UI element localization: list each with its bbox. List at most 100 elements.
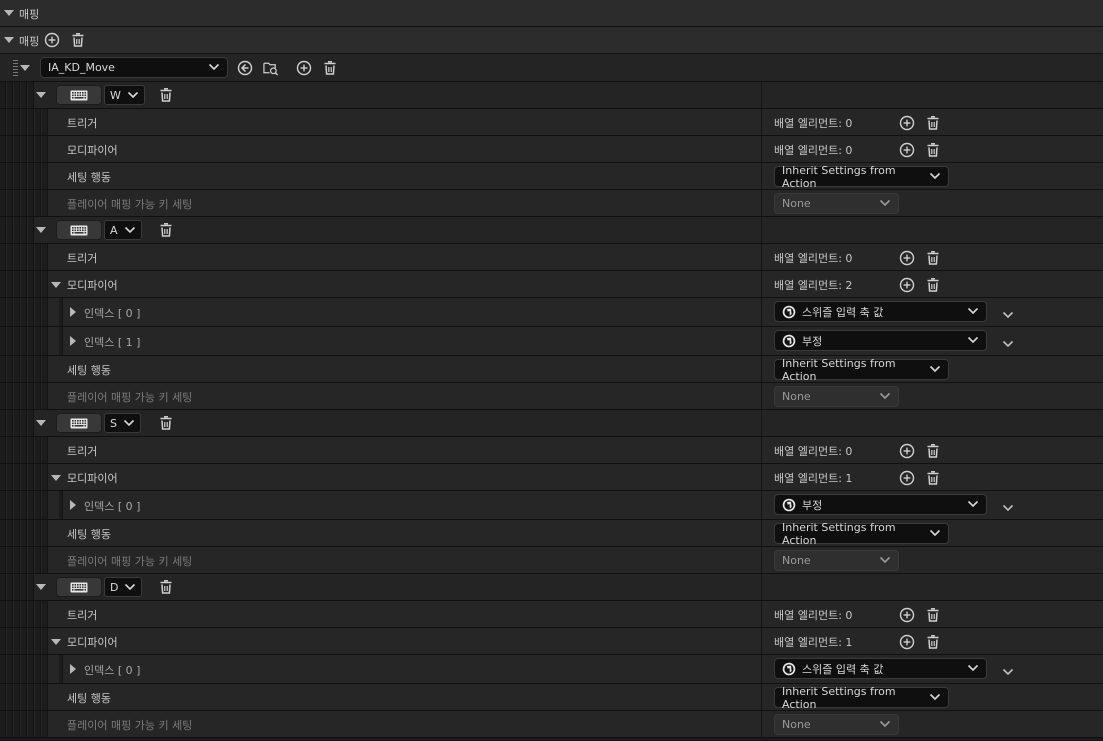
column-divider <box>761 271 762 297</box>
modifier-entry-row: 인덱스 [ 0 ] 부정 <box>0 491 1103 520</box>
clear-modifiers-icon[interactable] <box>925 277 941 293</box>
add-modifier-icon[interactable] <box>899 634 915 650</box>
keyboard-icon[interactable] <box>56 413 102 433</box>
browse-asset-icon[interactable] <box>237 60 253 76</box>
expand-mappings-icon[interactable] <box>4 37 14 43</box>
player-mappable-selector[interactable]: None <box>774 386 899 407</box>
add-trigger-icon[interactable] <box>899 115 915 131</box>
modifier-class-selector[interactable]: 스위즐 입력 축 값 <box>774 301 987 322</box>
player-mappable-selector[interactable]: None <box>774 193 899 214</box>
add-trigger-icon[interactable] <box>899 443 915 459</box>
keyboard-icon[interactable] <box>56 85 102 105</box>
indent-guide <box>14 437 20 463</box>
indent-guide <box>14 520 20 546</box>
settings-behavior-label: 세팅 행동 <box>67 364 111 377</box>
delete-key-icon[interactable] <box>158 222 174 238</box>
indent-guide <box>21 244 27 270</box>
column-divider <box>761 574 762 600</box>
add-key-mapping-icon[interactable] <box>296 60 312 76</box>
settings-behavior-selector[interactable]: Inherit Settings from Action <box>774 685 949 711</box>
modifier-class-selector[interactable]: 스위즐 입력 축 값 <box>774 658 987 679</box>
expand-modifier-entry-icon[interactable] <box>70 664 76 674</box>
modifier-options-chevron-icon[interactable] <box>1002 309 1014 322</box>
settings-behavior-selector[interactable]: Inherit Settings from Action <box>774 164 949 190</box>
indent-guide <box>28 684 34 710</box>
expand-modifiers-icon[interactable] <box>51 475 61 481</box>
column-divider <box>761 244 762 270</box>
expand-section-icon[interactable] <box>4 10 14 16</box>
expand-key-icon[interactable] <box>36 92 46 98</box>
indent-guide <box>14 711 20 737</box>
expand-modifiers-icon[interactable] <box>51 639 61 645</box>
key-name: D <box>110 580 119 594</box>
add-trigger-icon[interactable] <box>899 607 915 623</box>
indent-guide <box>42 356 48 382</box>
clear-triggers-icon[interactable] <box>925 443 941 459</box>
key-selector[interactable]: W <box>104 85 145 105</box>
indent-guide <box>14 82 20 108</box>
indent-guide <box>14 109 20 135</box>
delete-key-icon[interactable] <box>158 87 174 103</box>
expand-key-icon[interactable] <box>36 584 46 590</box>
column-divider <box>761 383 762 409</box>
indent-guide <box>21 574 27 600</box>
indent-guide <box>42 383 48 409</box>
drag-handle-icon[interactable] <box>13 60 18 76</box>
player-mappable-selector[interactable]: None <box>774 550 899 571</box>
indent-guide <box>35 136 41 162</box>
indent-guide <box>35 464 41 490</box>
player-mappable-selector[interactable]: None <box>774 714 899 735</box>
chevron-down-icon <box>124 581 136 594</box>
action-selector[interactable]: IA_KD_Move <box>40 57 228 78</box>
indent-guide <box>7 109 13 135</box>
expand-modifier-entry-icon[interactable] <box>70 336 76 346</box>
add-modifier-icon[interactable] <box>899 142 915 158</box>
indent-guide <box>35 109 41 135</box>
add-mapping-icon[interactable] <box>44 32 60 48</box>
indent-guide <box>0 574 6 600</box>
clear-modifiers-icon[interactable] <box>925 634 941 650</box>
key-selector[interactable]: A <box>104 220 142 240</box>
indent-guide <box>28 190 34 216</box>
settings-behavior-selector[interactable]: Inherit Settings from Action <box>774 521 949 547</box>
clear-modifiers-icon[interactable] <box>925 142 941 158</box>
indent-guide <box>7 136 13 162</box>
expand-modifier-entry-icon[interactable] <box>70 500 76 510</box>
delete-key-icon[interactable] <box>158 415 174 431</box>
expand-key-icon[interactable] <box>36 227 46 233</box>
clear-triggers-icon[interactable] <box>925 115 941 131</box>
clear-modifiers-icon[interactable] <box>925 470 941 486</box>
delete-all-mappings-icon[interactable] <box>70 32 86 48</box>
add-modifier-icon[interactable] <box>899 470 915 486</box>
delete-key-icon[interactable] <box>158 579 174 595</box>
modifier-options-chevron-icon[interactable] <box>1002 502 1014 515</box>
clear-triggers-icon[interactable] <box>925 250 941 266</box>
keyboard-icon[interactable] <box>56 577 102 597</box>
property-row: 모디파이어 배열 엘리먼트: 0 <box>0 136 1103 163</box>
indent-guide <box>21 82 27 108</box>
settings-behavior-selector[interactable]: Inherit Settings from Action <box>774 357 949 383</box>
keyboard-icon[interactable] <box>56 220 102 240</box>
expand-action-icon[interactable] <box>20 65 30 71</box>
modifier-class-selector[interactable]: 부정 <box>774 494 987 515</box>
modifier-class-selector[interactable]: 부정 <box>774 330 987 351</box>
modifier-options-chevron-icon[interactable] <box>1002 338 1014 351</box>
add-modifier-icon[interactable] <box>899 277 915 293</box>
expand-modifiers-icon[interactable] <box>51 282 61 288</box>
expand-key-icon[interactable] <box>36 420 46 426</box>
indent-guide <box>35 163 41 189</box>
delete-action-mapping-icon[interactable] <box>322 60 338 76</box>
key-name: W <box>110 88 121 102</box>
column-divider <box>761 711 762 737</box>
key-selector[interactable]: S <box>104 413 141 433</box>
find-in-browser-icon[interactable] <box>263 60 279 76</box>
indent-guide <box>7 271 13 297</box>
add-trigger-icon[interactable] <box>899 250 915 266</box>
player-mappable-key-settings-label: 플레이어 매핑 가능 키 세팅 <box>67 555 193 568</box>
indent-guide <box>0 437 6 463</box>
key-selector[interactable]: D <box>104 577 143 597</box>
indent-guide <box>14 356 20 382</box>
modifier-options-chevron-icon[interactable] <box>1002 666 1014 679</box>
expand-modifier-entry-icon[interactable] <box>70 307 76 317</box>
clear-triggers-icon[interactable] <box>925 607 941 623</box>
